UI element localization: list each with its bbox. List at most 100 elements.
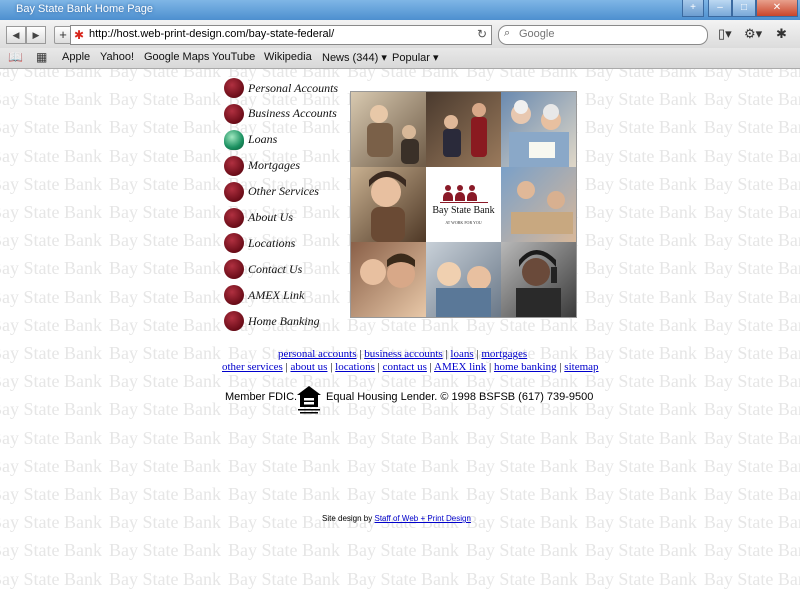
- watermark-text: Bay State Bank: [0, 286, 102, 307]
- text-link-contact-us[interactable]: contact us: [383, 361, 427, 373]
- search-box[interactable]: ⌕: [498, 25, 708, 45]
- bookmark-apple[interactable]: Apple: [62, 51, 90, 63]
- text-link-loans[interactable]: loans: [450, 348, 473, 360]
- bookmark-popular[interactable]: Popular ▾: [392, 51, 439, 64]
- watermark-text: Bay State Bank: [0, 371, 102, 392]
- watermark-text: Bay State Bank: [0, 455, 102, 476]
- nav-item-label: Contact Us: [248, 261, 303, 276]
- watermark-text: Bay State Bank: [703, 69, 800, 81]
- text-link-sitemap[interactable]: sitemap: [564, 361, 598, 373]
- watermark-text: Bay State Bank: [346, 540, 459, 561]
- watermark-text: Bay State Bank: [703, 202, 800, 222]
- watermark-text: Bay State Bank: [465, 540, 578, 561]
- nav-item-home-banking[interactable]: Home Banking: [224, 310, 320, 332]
- watermark-text: Bay State Bank: [703, 568, 800, 589]
- watermark-text: Bay State Bank: [0, 258, 102, 279]
- close-icon[interactable]: ✕: [756, 0, 798, 17]
- address-text[interactable]: http://host.web-print-design.com/bay-sta…: [89, 28, 334, 40]
- bookmark-news-label: News (344): [322, 52, 379, 64]
- watermark-text: Bay State Bank: [584, 286, 697, 307]
- text-link-about-us[interactable]: about us: [290, 361, 327, 373]
- nav-bullet-icon: [224, 78, 244, 98]
- nav-item-contact-us[interactable]: Contact Us: [224, 258, 302, 280]
- watermark-text: Bay State Bank: [0, 69, 102, 81]
- watermark-row: Bay State Bank Bay State Bank Bay State Ba…: [0, 540, 800, 561]
- watermark-text: Bay State Bank: [584, 314, 697, 335]
- watermark-text: Bay State Bank: [108, 89, 221, 110]
- watermark-text: Bay State Bank: [703, 89, 800, 110]
- watermark-text: Bay State Bank: [584, 399, 697, 420]
- nav-item-loans[interactable]: Loans: [224, 129, 277, 151]
- nav-item-label: Other Services: [248, 184, 319, 199]
- watermark-row: Bay State Bank Bay State Bank Bay State Ba…: [0, 484, 800, 505]
- credit-link[interactable]: Staff of Web + Print Design: [375, 514, 471, 523]
- watermark-text: Bay State Bank: [108, 512, 221, 533]
- equal-housing-icon: [297, 386, 321, 414]
- bookmark-news[interactable]: News (344) ▾: [322, 51, 387, 64]
- bookmark-yahoo[interactable]: Yahoo!: [100, 51, 134, 63]
- watermark-row: Bay State Bank Bay State Bank Bay State Ba…: [0, 456, 800, 477]
- search-input[interactable]: [519, 27, 699, 41]
- watermark-text: Bay State Bank: [465, 69, 578, 81]
- text-link-business-accounts[interactable]: business accounts: [364, 348, 443, 360]
- nav-item-label: Mortgages: [248, 158, 300, 173]
- watermark-text: Bay State Bank: [346, 427, 459, 448]
- nav-item-other-services[interactable]: Other Services: [224, 181, 319, 203]
- watermark-text: Bay State Bank: [465, 455, 578, 476]
- reading-list-icon[interactable]: 📖: [8, 50, 23, 64]
- text-link-personal-accounts[interactable]: personal accounts: [278, 348, 357, 360]
- text-link-home-banking[interactable]: home banking: [494, 361, 557, 373]
- nav-item-personal-accounts[interactable]: Personal Accounts: [224, 77, 338, 99]
- watermark-text: Bay State Bank: [584, 568, 697, 589]
- address-bar[interactable]: ✱ http://host.web-print-design.com/bay-s…: [70, 25, 492, 45]
- site-favicon-icon: ✱: [74, 28, 85, 42]
- bookmark-youtube[interactable]: YouTube: [212, 51, 255, 63]
- member-fdic-text: Member FDIC.: [225, 391, 298, 403]
- equal-housing-lender-text: Equal Housing Lender. © 1998 BSFSB (617)…: [326, 391, 594, 403]
- minimize-icon[interactable]: –: [708, 0, 732, 17]
- back-arrow-icon[interactable]: ◀: [6, 26, 26, 44]
- watermark-text: Bay State Bank: [346, 484, 459, 504]
- watermark-text: Bay State Bank: [108, 286, 221, 307]
- watermark-text: Bay State Bank: [584, 89, 697, 110]
- watermark-text: Bay State Bank: [703, 286, 800, 307]
- text-link-locations[interactable]: locations: [335, 361, 375, 373]
- gear-icon[interactable]: ⚙▾: [744, 26, 762, 42]
- watermark-row: Bay State Bank Bay State Bank Bay State Ba…: [0, 371, 800, 392]
- watermark-text: Bay State Bank: [703, 371, 800, 392]
- nav-item-mortgages[interactable]: Mortgages: [224, 155, 300, 177]
- watermark-text: Bay State Bank: [703, 512, 800, 533]
- text-link-other-services[interactable]: other services: [222, 361, 283, 373]
- bookmark-google-maps[interactable]: Google Maps: [144, 51, 209, 63]
- watermark-text: Bay State Bank: [0, 314, 102, 335]
- top-sites-grid-icon[interactable]: ▦: [36, 50, 47, 64]
- watermark-text: Bay State Bank: [584, 202, 697, 222]
- watermark-text: Bay State Bank: [584, 455, 697, 476]
- text-link-mortgages[interactable]: mortgages: [481, 348, 527, 360]
- watermark-text: Bay State Bank: [0, 399, 102, 420]
- page-menu-icon[interactable]: ▯▾: [718, 26, 732, 42]
- watermark-text: Bay State Bank: [108, 343, 221, 363]
- bug-icon[interactable]: ✱: [776, 26, 787, 42]
- forward-arrow-icon[interactable]: ▶: [26, 26, 46, 44]
- watermark-text: Bay State Bank: [584, 343, 697, 363]
- nav-item-label: Home Banking: [248, 313, 320, 328]
- maximize-icon[interactable]: □: [732, 0, 756, 17]
- nav-item-locations[interactable]: Locations: [224, 232, 295, 254]
- new-tab-icon[interactable]: +: [682, 0, 704, 17]
- nav-item-business-accounts[interactable]: Business Accounts: [224, 103, 337, 125]
- nav-item-amex-link[interactable]: AMEX Link: [224, 284, 304, 306]
- watermark-text: Bay State Bank: [703, 230, 800, 251]
- logo-name: Bay State Bank: [432, 205, 495, 216]
- nav-item-label: Business Accounts: [248, 106, 337, 121]
- watermark-text: Bay State Bank: [584, 427, 697, 448]
- bookmark-wikipedia[interactable]: Wikipedia: [264, 51, 312, 63]
- nav-item-label: Personal Accounts: [248, 80, 339, 95]
- text-link-amex-link[interactable]: AMEX link: [434, 361, 486, 373]
- nav-item-about-us[interactable]: About Us: [224, 207, 293, 229]
- watermark-text: Bay State Bank: [346, 371, 459, 392]
- reload-icon[interactable]: ↻: [477, 27, 487, 41]
- nav-bullet-icon: [224, 103, 244, 124]
- nav-item-label: AMEX Link: [248, 287, 305, 302]
- nav-bullet-icon: [224, 155, 244, 176]
